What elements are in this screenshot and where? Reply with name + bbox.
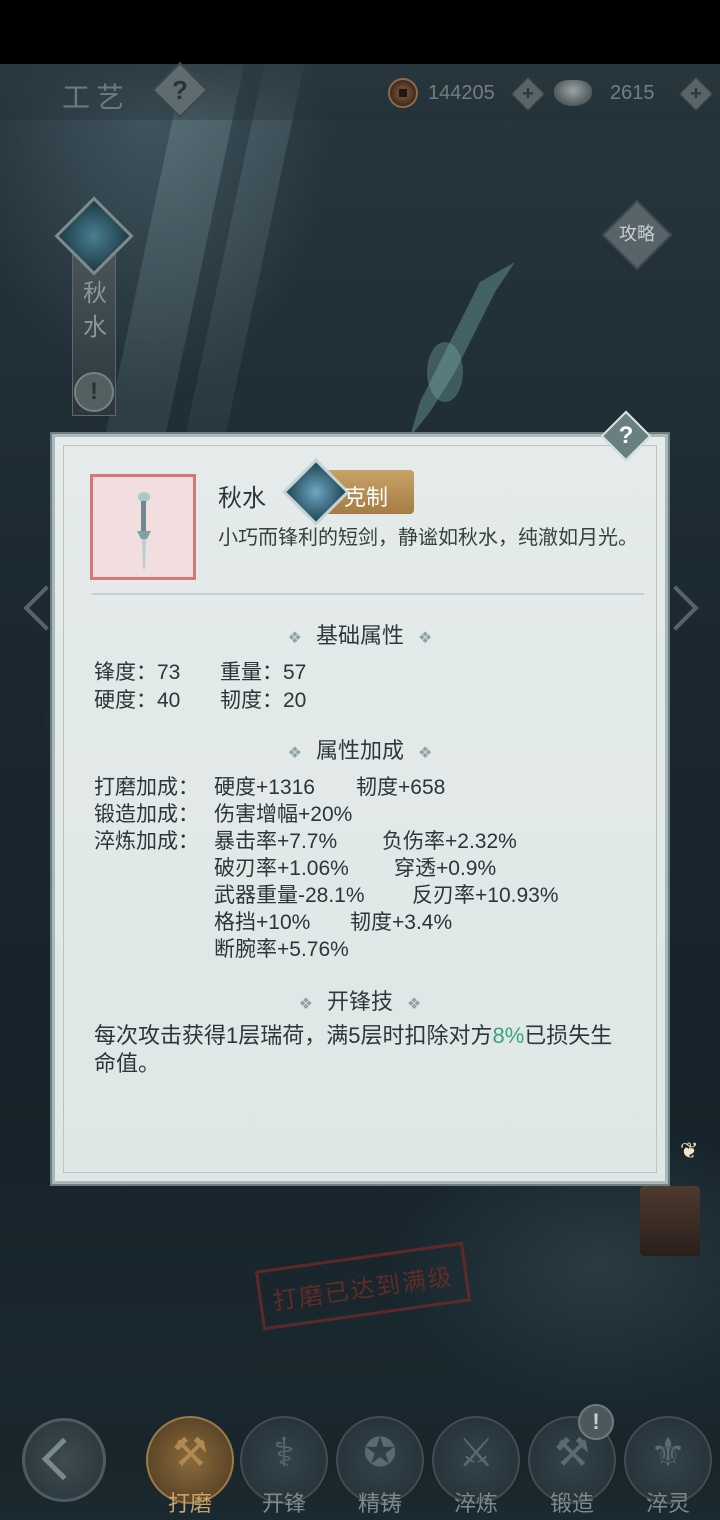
status-bar xyxy=(0,0,720,64)
nav-polish[interactable]: ⚒ 打磨 xyxy=(146,1416,234,1520)
copper-currency: 144205 xyxy=(388,78,495,108)
refine-cast-glyph: ✪ xyxy=(363,1431,397,1475)
temper-glyph: ⚔ xyxy=(458,1431,494,1475)
nav-temper[interactable]: ⚔ 淬炼 xyxy=(432,1416,520,1520)
attribute-hardness: 硬度：40 xyxy=(94,689,181,712)
bonus-value: 暴击率+7.7% xyxy=(214,830,338,853)
nav-label: 淬灵 xyxy=(645,1491,690,1516)
base-attributes-heading: ❖ 基础属性 ❖ xyxy=(287,623,433,648)
nav-label: 锻造 xyxy=(549,1491,594,1516)
bonus-value: 硬度+1316 xyxy=(214,776,315,799)
divider xyxy=(92,593,644,595)
attribute-row: 硬度：40 韧度：20 xyxy=(94,684,306,714)
base-attributes-title: 基础属性 xyxy=(315,623,404,648)
bonus-value: 格挡+10% xyxy=(214,911,311,934)
nav-refine-cast[interactable]: ✪ 精铸 xyxy=(336,1416,424,1520)
forge-alert-badge: ! xyxy=(578,1404,614,1440)
item-name: 秋水 xyxy=(218,485,266,512)
weapon-banner-name: 秋水 xyxy=(83,279,107,341)
attribute-sharpness: 锋度：73 xyxy=(94,661,181,684)
spirit-temper-glyph: ⚜ xyxy=(650,1431,686,1475)
polish-bonus-row: 打磨加成： 硬度+1316 韧度+658 xyxy=(94,771,445,801)
polish-glyph: ⚒ xyxy=(172,1431,208,1475)
temper-bonus-label: 淬炼加成： xyxy=(94,830,199,853)
bonus-value: 反刃率+10.93% xyxy=(412,884,559,907)
item-thumbnail xyxy=(90,474,196,580)
bonus-value: 伤害增幅+20% xyxy=(214,803,353,826)
silver-ingot-icon xyxy=(554,80,592,106)
nav-spirit-temper[interactable]: ⚜ 淬灵 xyxy=(624,1416,712,1520)
temper-bonus-row: 淬炼加成： 暴击率+7.7% 负伤率+2.32% xyxy=(94,825,517,855)
silver-currency: 2615 xyxy=(554,78,655,108)
alert-icon[interactable]: ! xyxy=(74,372,114,412)
polish-bonus-label: 打磨加成： xyxy=(94,776,199,799)
bonus-value: 破刃率+1.06% xyxy=(214,857,349,880)
attribute-weight: 重量：57 xyxy=(220,661,307,684)
counter-tag-label: 克制 xyxy=(344,485,389,510)
nav-label: 打磨 xyxy=(167,1491,212,1516)
bonus-value: 穿透+0.9% xyxy=(394,857,497,880)
forge-bonus-label: 锻造加成： xyxy=(94,803,199,826)
bonus-value: 韧度+658 xyxy=(356,776,446,799)
nav-label: 开锋 xyxy=(261,1491,306,1516)
bonus-value: 负伤率+2.32% xyxy=(382,830,517,853)
section-title: 工艺 xyxy=(62,81,131,114)
copper-coin-icon xyxy=(388,78,418,108)
item-description: 小巧而锋利的短剑，静谧如秋水，纯澈如月光。 xyxy=(218,527,638,549)
strategy-label: 攻略 xyxy=(619,224,655,245)
bonus-attributes-heading: ❖ 属性加成 ❖ xyxy=(287,738,433,763)
skill-title: 开锋技 xyxy=(326,989,393,1014)
nav-label: 精铸 xyxy=(357,1491,402,1516)
skill-text: 每次攻击获得1层瑞荷，满5层时扣除对方 xyxy=(94,1023,493,1048)
sharpen-glyph: ⚕ xyxy=(273,1431,295,1475)
forge-bonus-row: 锻造加成： 伤害增幅+20% xyxy=(94,798,352,828)
bonus-attributes-title: 属性加成 xyxy=(315,738,404,763)
lantern-decoration xyxy=(640,1186,700,1256)
bonus-value: 武器重量-28.1% xyxy=(214,884,365,907)
bonus-value: 韧度+3.4% xyxy=(350,911,453,934)
short-sword-icon xyxy=(137,492,151,569)
skill-description: 每次攻击获得1层瑞荷，满5层时扣除对方8%已损失生命值。 xyxy=(94,1022,624,1078)
skill-highlight: 8% xyxy=(492,1023,525,1048)
nav-sharpen[interactable]: ⚕ 开锋 xyxy=(240,1416,328,1520)
bonus-value: 断腕率+5.76% xyxy=(214,938,349,961)
copper-value: 144205 xyxy=(428,81,495,104)
butterfly-icon: ❦ xyxy=(680,1138,699,1163)
attribute-toughness: 韧度：20 xyxy=(220,689,307,712)
attribute-row: 锋度：73 重量：57 xyxy=(94,656,306,686)
skill-heading: ❖ 开锋技 ❖ xyxy=(298,989,422,1014)
sword-silhouette-icon xyxy=(410,262,515,437)
silver-value: 2615 xyxy=(610,81,655,104)
nav-label: 淬炼 xyxy=(453,1491,498,1516)
